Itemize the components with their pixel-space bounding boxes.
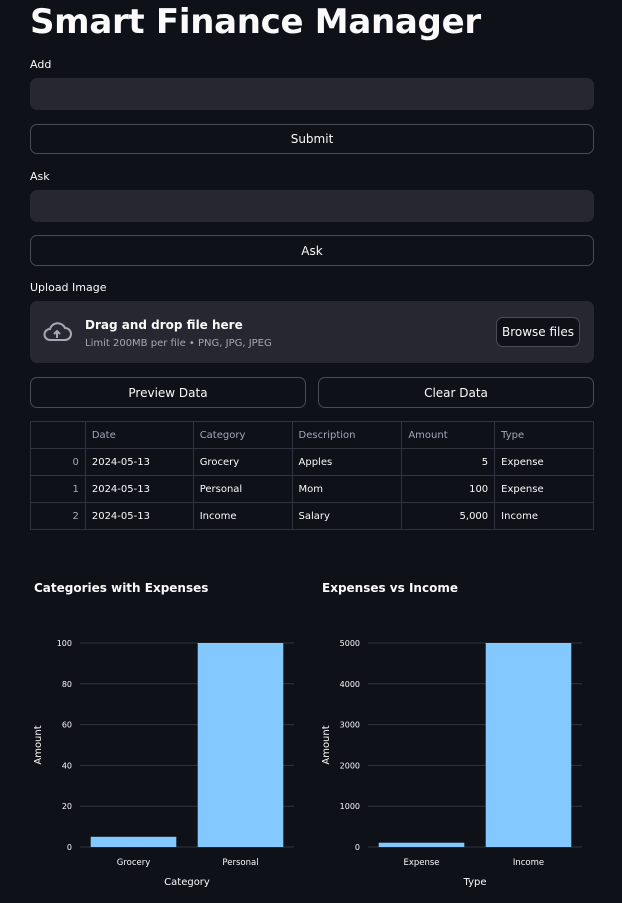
cell-date[interactable]: 2024-05-13 <box>84 475 194 503</box>
bar <box>197 643 284 847</box>
browse-files-button[interactable]: Browse files <box>496 317 580 347</box>
ask-button[interactable]: Ask <box>30 235 594 266</box>
cell-description[interactable]: Salary <box>291 502 403 530</box>
column-header-category[interactable]: Category <box>192 421 293 449</box>
cell-description[interactable]: Apples <box>291 448 403 476</box>
y-tick-label: 0 <box>67 843 72 852</box>
add-input[interactable] <box>30 78 594 110</box>
cell-amount[interactable]: 100 <box>401 475 496 503</box>
cell-amount[interactable]: 5,000 <box>401 502 496 530</box>
page-title: Smart Finance Manager <box>30 2 481 42</box>
cell-type[interactable]: Expense <box>494 475 594 503</box>
data-table[interactable]: Date Category Description Amount Type 0 … <box>30 421 594 530</box>
y-tick-label: 1000 <box>340 802 360 811</box>
bar <box>485 643 572 847</box>
bar <box>90 836 177 847</box>
x-axis-label: Category <box>164 877 210 888</box>
table-row: 1 2024-05-13 Personal Mom 100 Expense <box>30 475 594 503</box>
chart-title: Expenses vs Income <box>322 581 458 595</box>
bar <box>378 842 465 847</box>
y-tick-label: 4000 <box>340 680 360 689</box>
y-tick-label: 5000 <box>340 639 360 648</box>
column-header-type[interactable]: Type <box>494 421 594 449</box>
y-axis-label: Amount <box>321 725 332 764</box>
cell-category[interactable]: Grocery <box>192 448 293 476</box>
x-tick-label: Personal <box>222 858 258 868</box>
y-axis-label: Amount <box>33 725 44 764</box>
row-index: 1 <box>30 475 86 503</box>
cell-type[interactable]: Income <box>494 502 594 530</box>
preview-data-button[interactable]: Preview Data <box>30 377 306 408</box>
cell-amount[interactable]: 5 <box>401 448 496 476</box>
file-dropzone[interactable]: Drag and drop file here Limit 200MB per … <box>30 301 594 363</box>
cell-date[interactable]: 2024-05-13 <box>84 502 194 530</box>
y-tick-label: 2000 <box>340 761 360 770</box>
chart-title: Categories with Expenses <box>34 581 209 595</box>
upload-label: Upload Image <box>30 281 107 294</box>
ask-label: Ask <box>30 170 50 183</box>
cloud-upload-icon <box>43 322 72 341</box>
table-row: 2 2024-05-13 Income Salary 5,000 Income <box>30 502 594 530</box>
x-tick-label: Grocery <box>117 858 151 868</box>
y-tick-label: 100 <box>57 639 72 648</box>
cell-description[interactable]: Mom <box>291 475 403 503</box>
ask-input[interactable] <box>30 190 594 222</box>
dropzone-limit: Limit 200MB per file • PNG, JPG, JPEG <box>85 338 272 349</box>
table-row: 0 2024-05-13 Grocery Apples 5 Expense <box>30 448 594 476</box>
row-index: 0 <box>30 448 86 476</box>
cell-category[interactable]: Income <box>192 502 293 530</box>
column-header-index[interactable] <box>30 421 86 449</box>
dropzone-instruction: Drag and drop file here <box>85 318 243 332</box>
row-index: 2 <box>30 502 86 530</box>
categories-chart: 0 20 40 60 80 100 Grocery Personal Category Amoun… <box>33 639 294 888</box>
table-header-row: Date Category Description Amount Type <box>30 421 594 449</box>
x-axis-label: Type <box>463 877 487 888</box>
cell-category[interactable]: Personal <box>192 475 293 503</box>
y-tick-label: 0 <box>355 843 360 852</box>
y-tick-label: 3000 <box>340 721 360 730</box>
clear-data-button[interactable]: Clear Data <box>318 377 594 408</box>
column-header-amount[interactable]: Amount <box>401 421 496 449</box>
x-tick-label: Expense <box>403 858 439 868</box>
y-tick-label: 20 <box>62 802 72 811</box>
column-header-date[interactable]: Date <box>84 421 194 449</box>
cell-type[interactable]: Expense <box>494 448 594 476</box>
y-tick-label: 60 <box>62 721 72 730</box>
add-label: Add <box>30 58 52 71</box>
y-tick-label: 40 <box>62 761 72 770</box>
income-chart: 0 1000 2000 3000 4000 5000 Expense Income Type Am… <box>321 639 582 888</box>
submit-button[interactable]: Submit <box>30 124 594 154</box>
y-tick-label: 80 <box>62 680 72 689</box>
cell-date[interactable]: 2024-05-13 <box>84 448 194 476</box>
x-tick-label: Income <box>513 858 544 868</box>
column-header-description[interactable]: Description <box>291 421 403 449</box>
